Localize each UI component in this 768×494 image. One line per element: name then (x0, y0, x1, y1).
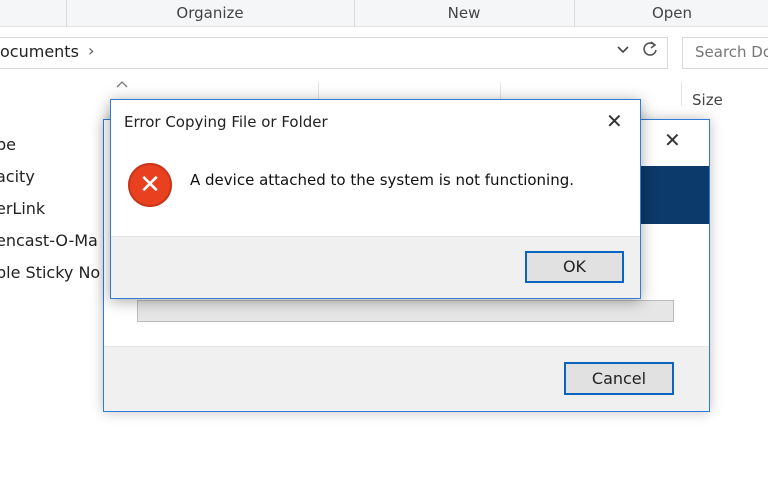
column-separator[interactable] (681, 82, 682, 106)
error-message: A device attached to the system is not f… (190, 171, 575, 189)
list-item[interactable]: be (0, 135, 16, 154)
sort-up-icon (116, 78, 128, 91)
ribbon-group-new[interactable]: New (354, 0, 574, 27)
ribbon-group-open[interactable]: Open (574, 0, 768, 27)
error-icon-glyph: ✕ (139, 170, 161, 200)
cancel-button[interactable]: Cancel (564, 362, 674, 395)
address-path[interactable]: ocuments (0, 42, 79, 61)
error-icon: ✕ (128, 163, 172, 207)
refresh-icon[interactable] (640, 39, 660, 66)
list-item[interactable]: ple Sticky No (0, 263, 100, 282)
chevron-down-icon[interactable] (616, 41, 630, 60)
progress-bar (137, 300, 674, 322)
column-header-size[interactable]: Size (692, 91, 723, 109)
dialog-title: Error Copying File or Folder (124, 113, 328, 131)
search-input[interactable]: Search Do (695, 43, 768, 61)
list-item[interactable]: erLink (0, 199, 45, 218)
breadcrumb-chevron-icon[interactable]: › (88, 41, 94, 60)
list-item[interactable]: acity (0, 167, 35, 186)
ok-button[interactable]: OK (525, 251, 624, 283)
list-item[interactable]: encast-O-Ma (0, 231, 98, 250)
dialog-header-accent (640, 166, 709, 224)
ribbon-group-organize[interactable]: Organize (66, 0, 354, 27)
close-icon[interactable]: ✕ (606, 109, 623, 133)
close-icon[interactable]: ✕ (664, 128, 681, 152)
address-bar[interactable] (0, 37, 668, 69)
